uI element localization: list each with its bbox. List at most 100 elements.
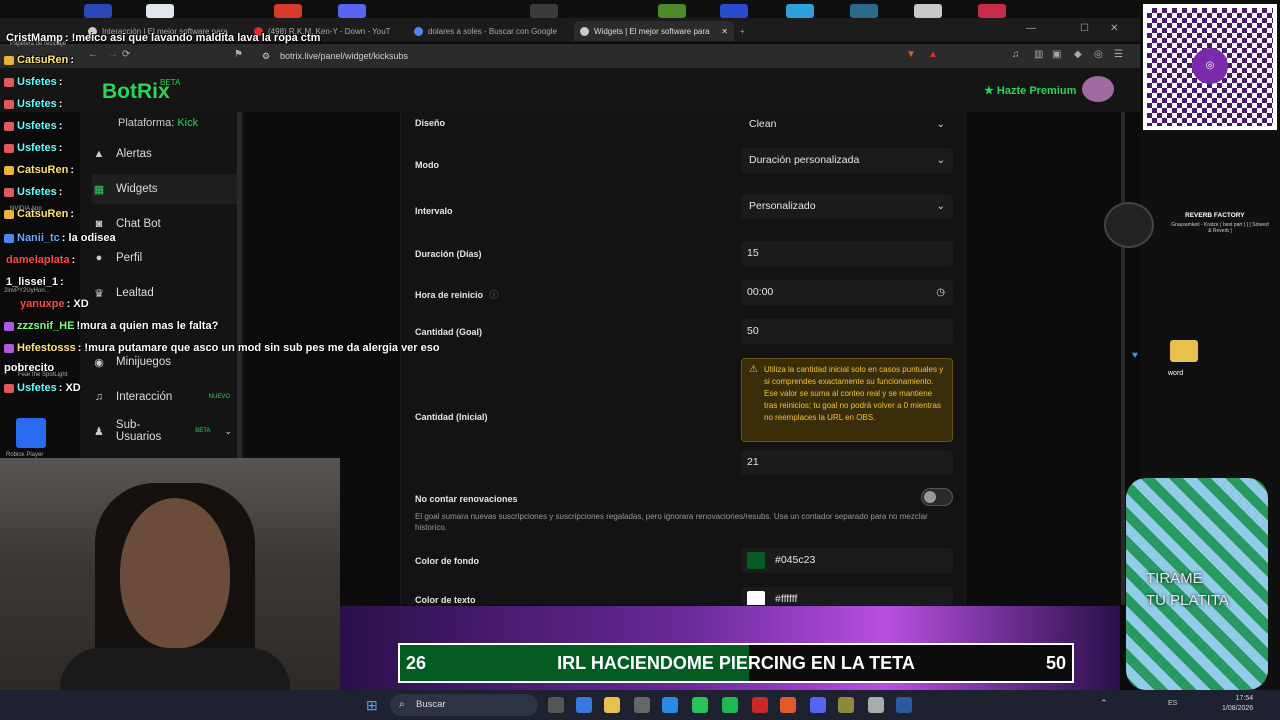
fondo-color-input[interactable]: #045c23 [741, 548, 953, 573]
site-info-icon[interactable]: ⚙ [262, 49, 270, 64]
qr-pattern: ◎ [1147, 8, 1273, 126]
app-icon[interactable] [868, 697, 884, 713]
desktop-app-icon[interactable] [720, 4, 748, 18]
desktop-app-icon[interactable] [338, 4, 366, 18]
main-scrollbar[interactable] [1121, 112, 1125, 605]
now-playing-widget: REVERB FACTORY Grausamkeit - Kratze ( be… [1100, 200, 1275, 248]
sidebar-item-perfil[interactable]: ● Perfil [92, 243, 242, 273]
taskbar-search[interactable]: ⌕ Buscar [390, 694, 538, 716]
desktop-icon-strip [0, 0, 1140, 18]
browser-tab[interactable]: dolares a soles - Buscar con Google [414, 21, 570, 41]
windows-taskbar: ⊞ ⌕ Buscar ⌃ ES 17:54 1/08/2026 [0, 690, 1280, 720]
back-icon[interactable]: ← [88, 49, 98, 60]
chevron-down-icon[interactable]: ⌄ [224, 426, 232, 437]
clock-icon[interactable]: ◷ [936, 280, 945, 305]
media-icon[interactable]: ♫ [1012, 49, 1020, 60]
texto-color-input[interactable]: #ffffff [741, 587, 953, 605]
duracion-input[interactable]: 15 [741, 241, 953, 266]
minimize-icon[interactable]: — [1026, 23, 1036, 34]
address-bar: ← → ⟳ ⚑ ⚙ botrix.live/panel/widget/kicks… [0, 44, 1140, 68]
desktop-app-icon[interactable] [530, 4, 558, 18]
desktop-app-icon[interactable] [914, 4, 942, 18]
desktop-app-icon[interactable] [850, 4, 878, 18]
extension-icon[interactable]: ◆ [1074, 49, 1082, 60]
bot-icon: ◙ [95, 218, 103, 230]
color-swatch[interactable] [747, 552, 765, 569]
reload-icon[interactable]: ⟳ [122, 49, 130, 60]
desktop-app-icon[interactable] [786, 4, 814, 18]
desktop-app-icon[interactable] [146, 4, 174, 18]
file-explorer-icon[interactable] [604, 697, 620, 713]
sidebar-item-lealtad[interactable]: ♛ Lealtad [92, 278, 242, 308]
desktop-app-icon[interactable] [658, 4, 686, 18]
task-view-icon[interactable] [548, 697, 564, 713]
user-avatar[interactable] [1082, 76, 1114, 102]
tip-jar-overlay: TIRAME TU PLATITA [1126, 478, 1268, 690]
gamepad-icon: ◉ [94, 356, 104, 369]
sidebar-scrollbar[interactable] [237, 112, 242, 458]
app-icon[interactable] [838, 697, 854, 713]
brave-shield-icon[interactable]: ▼ [906, 49, 916, 60]
google-icon [414, 26, 423, 36]
gifter-badge-icon [4, 121, 14, 131]
new-tab-button[interactable]: + [740, 21, 754, 41]
taskbar-clock[interactable]: 17:54 1/08/2026 [1222, 694, 1253, 714]
intervalo-select[interactable]: Personalizado ⌄ [741, 194, 953, 219]
renovaciones-label: No contar renovaciones [415, 494, 518, 504]
inicial-warning: ⚠ Utiliza la cantidad inicial solo en cas… [741, 358, 953, 442]
spotify-icon[interactable] [722, 697, 738, 713]
language-indicator[interactable]: ES [1168, 700, 1177, 707]
folder-icon[interactable] [1170, 340, 1198, 362]
store-icon[interactable] [634, 697, 650, 713]
browser-tab-active[interactable]: Widgets | El mejor software para ✕ [574, 21, 734, 41]
copilot-icon[interactable] [576, 697, 592, 713]
discord-icon[interactable] [810, 697, 826, 713]
roblox-icon[interactable] [16, 418, 46, 448]
bookmark-icon[interactable]: ⚑ [234, 49, 243, 60]
app-icon[interactable] [752, 697, 768, 713]
inicial-input[interactable]: 21 [741, 450, 953, 475]
diseno-select[interactable]: Clean ⌄ [741, 112, 953, 137]
brave-rewards-icon[interactable]: ▲ [928, 49, 938, 60]
modo-select[interactable]: Duración personalizada ⌄ [741, 148, 953, 173]
vpn-icon[interactable]: ◎ [1094, 49, 1103, 60]
menu-icon[interactable]: ☰ [1114, 49, 1123, 60]
steam-icon[interactable] [896, 697, 912, 713]
hora-input[interactable]: 00:00 ◷ [741, 280, 953, 305]
forward-icon[interactable]: → [108, 49, 118, 60]
edge-icon[interactable] [662, 697, 678, 713]
sidebar-item-subusuarios[interactable]: ♟ Sub-Usuarios BETA ⌄ [92, 416, 242, 446]
wallet-icon[interactable]: ▣ [1052, 49, 1061, 60]
platform-selector[interactable]: Plataforma: Kick [118, 117, 198, 129]
maximize-icon[interactable]: ☐ [1080, 23, 1089, 34]
sidebar-item-widgets[interactable]: ▦ Widgets [92, 174, 242, 204]
info-icon[interactable]: ⓘ [490, 290, 499, 300]
desktop-label: Fear the SpotLight [18, 372, 68, 378]
diseno-label: Diseño [415, 118, 446, 128]
desktop-app-icon[interactable] [274, 4, 302, 18]
premium-button[interactable]: ★ Hazte Premium [984, 84, 1076, 97]
close-window-icon[interactable]: ✕ [1110, 23, 1118, 34]
url-field[interactable]: ⚙ botrix.live/panel/widget/kicksubs [258, 49, 898, 64]
windows-start-icon[interactable]: ⊞ [366, 697, 378, 714]
intervalo-label: Intervalo [415, 206, 453, 216]
gifter-badge-icon [4, 77, 14, 87]
whatsapp-icon[interactable] [692, 697, 708, 713]
tray-chevron-icon[interactable]: ⌃ [1100, 698, 1108, 709]
color-swatch[interactable] [747, 591, 765, 605]
desktop-label: 2invPY2UyHori... [4, 288, 50, 294]
brave-icon[interactable] [780, 697, 796, 713]
heart-icon: ♥ [1132, 350, 1138, 361]
mod-badge-icon [4, 233, 14, 243]
album-art-icon [1104, 202, 1154, 248]
desktop-app-icon[interactable] [84, 4, 112, 18]
beta-badge: BETA [195, 428, 211, 434]
sidebar-item-interaccion[interactable]: ♫ Interacción NUEVO [92, 382, 242, 412]
fondo-label: Color de fondo [415, 556, 479, 566]
sidebar-toggle-icon[interactable]: ▥ [1034, 49, 1043, 60]
desktop-app-icon[interactable] [978, 4, 1006, 18]
close-tab-icon[interactable]: ✕ [721, 27, 728, 36]
goal-input[interactable]: 50 [741, 319, 953, 344]
renovaciones-toggle[interactable] [921, 488, 953, 506]
sidebar-item-alertas[interactable]: ▲ Alertas [92, 139, 242, 169]
